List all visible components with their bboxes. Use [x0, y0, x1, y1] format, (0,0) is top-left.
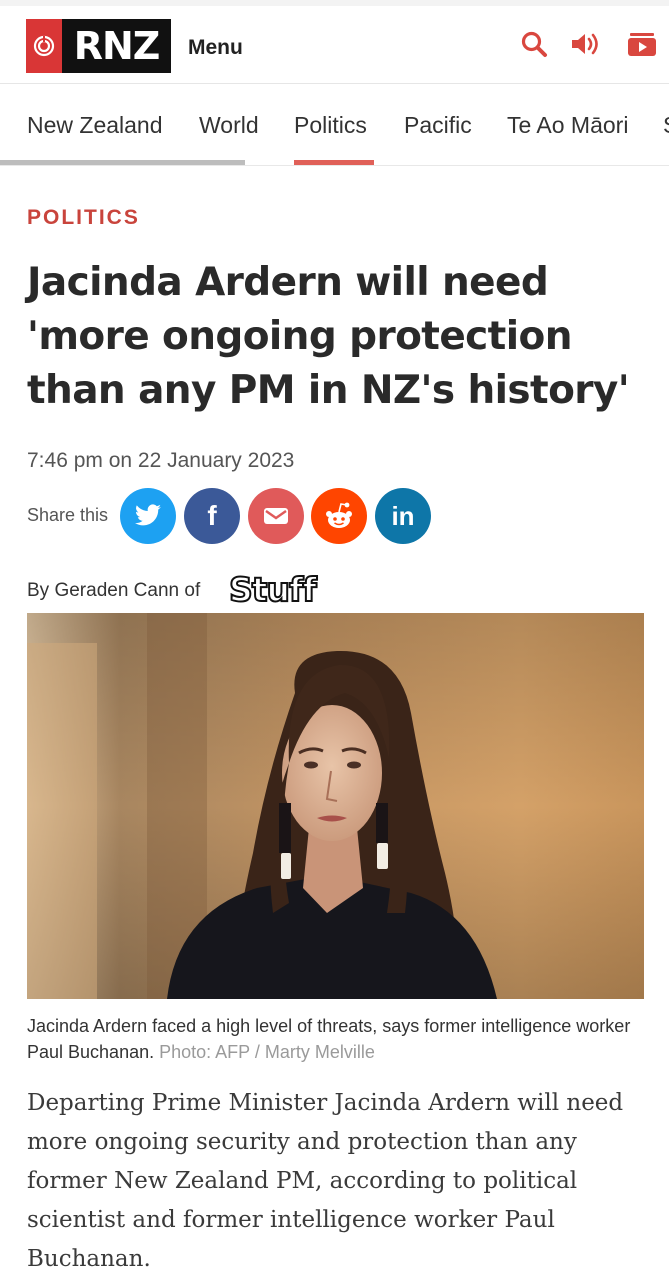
- photo-caption: Jacinda Ardern faced a high level of thr…: [27, 1013, 647, 1065]
- share-linkedin-button[interactable]: in: [375, 488, 431, 544]
- rnz-logo-mark-icon: [26, 19, 62, 73]
- section-label[interactable]: POLITICS: [27, 206, 140, 230]
- status-strip: [0, 0, 669, 6]
- share-reddit-button[interactable]: [311, 488, 367, 544]
- share-email-button[interactable]: [248, 488, 304, 544]
- site-header: RNZ Menu: [0, 0, 669, 84]
- nav-item-new-zealand[interactable]: New Zealand: [27, 112, 163, 139]
- menu-button[interactable]: Menu: [188, 36, 243, 60]
- facebook-icon: f: [207, 500, 217, 531]
- photo-credit: Photo: AFP / Marty Melville: [159, 1042, 375, 1062]
- section-nav: New Zealand World Politics Pacific Te Ao…: [0, 84, 669, 166]
- twitter-icon: [135, 504, 161, 526]
- byline: By Geraden Cann of: [27, 580, 201, 601]
- article-lead-paragraph: Departing Prime Minister Jacinda Ardern …: [27, 1090, 624, 1272]
- nav-item-world[interactable]: World: [199, 112, 259, 139]
- linkedin-icon: in: [391, 500, 415, 531]
- nav-item-politics[interactable]: Politics: [294, 112, 367, 139]
- nav-active-underline: [294, 160, 374, 165]
- nav-scroll-indicator: [0, 160, 245, 165]
- share-facebook-button[interactable]: f: [184, 488, 240, 544]
- article-photo: [27, 613, 644, 999]
- article-headline: Jacinda Ardern will need 'more ongoing p…: [27, 260, 630, 413]
- reddit-icon: [326, 502, 352, 528]
- rnz-logo-text: RNZ: [62, 19, 171, 73]
- share-label: Share this: [27, 505, 109, 525]
- search-icon[interactable]: [518, 28, 550, 60]
- nav-item-pacific[interactable]: Pacific: [404, 112, 472, 139]
- video-icon[interactable]: [626, 28, 658, 60]
- email-icon: [264, 508, 288, 524]
- nav-item-truncated[interactable]: S: [663, 112, 669, 139]
- share-twitter-button[interactable]: [120, 488, 176, 544]
- stuff-partner-logo[interactable]: Stuff: [228, 569, 318, 610]
- audio-icon[interactable]: [569, 28, 601, 60]
- nav-item-te-ao-maori[interactable]: Te Ao Māori: [507, 112, 628, 139]
- publish-date: 7:46 pm on 22 January 2023: [27, 449, 295, 472]
- rnz-logo[interactable]: RNZ: [26, 19, 171, 73]
